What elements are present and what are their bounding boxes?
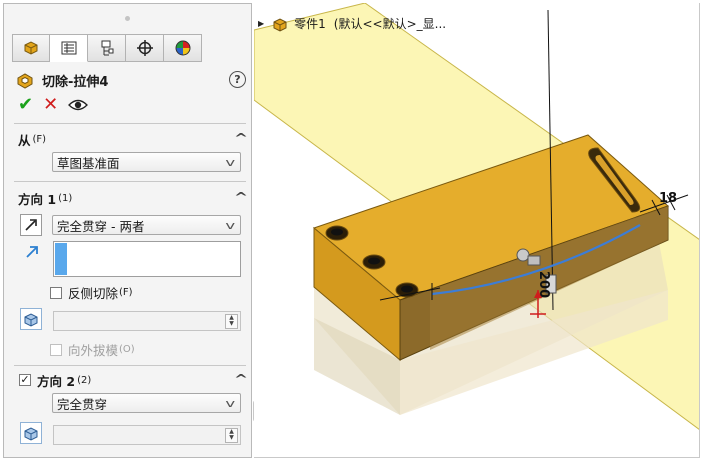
displaymanager-tab[interactable] (164, 34, 202, 62)
from-group-header[interactable]: 从 (F) ^ (18, 130, 248, 148)
from-select-value: 草图基准面 (57, 155, 120, 171)
hole (368, 257, 380, 265)
draft-outward-shortcut: (O) (119, 344, 135, 355)
dimension-18-label[interactable]: 18 (659, 191, 677, 206)
ok-button[interactable]: ✔ (18, 96, 33, 114)
divider (14, 365, 246, 366)
feature-tree-flyout[interactable]: ▶ 零件1 (默认<<默认>_显... (258, 15, 446, 32)
direction2-heading: 方向 2 (37, 373, 76, 389)
direction2-end-condition-value: 完全贯穿 (57, 396, 108, 412)
crosshair-icon (136, 40, 153, 56)
direction1-heading: 方向 1 (18, 191, 57, 207)
direction-vector-icon (26, 246, 38, 258)
chevron-down-icon: v (225, 156, 236, 169)
cancel-button[interactable]: ✕ (43, 96, 58, 114)
draft-icon (24, 427, 38, 441)
hole (401, 285, 413, 293)
help-icon[interactable]: ? (229, 71, 246, 88)
direction2-checkbox[interactable]: ✓ (19, 374, 31, 386)
part-name: 零件1 (294, 17, 326, 31)
dimension-200-label[interactable]: 200 (536, 271, 551, 298)
direction2-end-condition-select[interactable]: 完全贯穿 v (52, 393, 241, 413)
spin-buttons[interactable]: ▲ ▼ (225, 428, 238, 443)
extruded-cut-icon (17, 73, 33, 89)
draft-angle-field-2[interactable]: ▲ ▼ (53, 425, 241, 445)
draft-outward-checkbox (50, 343, 62, 356)
from-shortcut: (F) (32, 133, 47, 145)
direction2-shortcut: (2) (77, 374, 92, 386)
direction-reference-list[interactable] (53, 241, 241, 277)
draft-icon (24, 313, 38, 327)
flip-side-to-cut-row[interactable]: 反侧切除 (F) (50, 283, 133, 302)
direction1-end-condition-select[interactable]: 完全贯穿 - 两者 v (52, 215, 241, 235)
draft-outward-label: 向外拔模 (68, 343, 119, 358)
flip-side-to-cut-shortcut: (F) (119, 287, 133, 298)
expand-arrow-icon[interactable]: ▶ (258, 19, 264, 28)
model-scene (254, 3, 699, 430)
dimxpertmanager-tab[interactable] (126, 34, 164, 62)
chevron-down-icon: v (225, 219, 236, 232)
direction1-end-condition-value: 完全贯穿 - 两者 (57, 218, 145, 234)
chevron-up-icon[interactable]: ^ (234, 190, 248, 204)
chevron-up-icon[interactable]: ^ (234, 372, 248, 386)
graphics-area[interactable]: ▶ 零件1 (默认<<默认>_显... 18 200 (254, 3, 700, 458)
reverse-direction-icon (25, 219, 37, 231)
reverse-direction-button[interactable] (20, 214, 42, 236)
from-select[interactable]: 草图基准面 v (52, 152, 241, 172)
flip-side-to-cut-label: 反侧切除 (68, 286, 119, 301)
draft-angle-field[interactable]: ▲ ▼ (53, 311, 241, 331)
featuremanager-icon (24, 41, 38, 55)
feature-title: 切除-拉伸4 (42, 74, 109, 90)
draft-toggle-button[interactable] (20, 308, 42, 330)
divider (14, 123, 246, 124)
panel-grip[interactable] (4, 4, 251, 32)
divider (14, 181, 246, 182)
configurationmanager-icon (101, 40, 113, 56)
action-buttons: ✔ ✕ (18, 96, 89, 114)
propertymanager-icon (61, 41, 76, 55)
part-icon (273, 17, 287, 32)
configurationmanager-tab[interactable] (88, 34, 126, 62)
feature-header: 切除-拉伸4 ? (16, 70, 246, 90)
chevron-up-icon[interactable]: ^ (234, 131, 248, 145)
eye-icon[interactable] (68, 98, 89, 112)
hole (331, 228, 343, 236)
manager-tabs (12, 34, 202, 62)
direction1-shortcut: (1) (58, 192, 73, 204)
color-wheel-icon (175, 40, 190, 56)
propertymanager-tab[interactable] (50, 34, 88, 62)
draft-outward-row: 向外拔模 (O) (50, 340, 135, 359)
direction1-group-header[interactable]: 方向 1 (1) ^ (18, 189, 248, 207)
configuration-name: (默认<<默认>_显... (333, 17, 447, 31)
from-heading: 从 (18, 132, 31, 148)
selection-highlight (55, 243, 67, 275)
property-manager-panel: 切除-拉伸4 ? ✔ ✕ 从 (F) ^ 草图基准面 v 方向 1 (1) ^ … (3, 3, 252, 458)
chevron-down-icon: v (225, 397, 236, 410)
direction2-group-header[interactable]: ✓ 方向 2 (2) ^ (19, 371, 248, 389)
spin-buttons[interactable]: ▲ ▼ (225, 314, 238, 329)
flip-side-to-cut-checkbox[interactable] (50, 286, 62, 299)
draft-toggle-button-2[interactable] (20, 422, 42, 444)
featuremanager-tab[interactable] (12, 34, 50, 62)
